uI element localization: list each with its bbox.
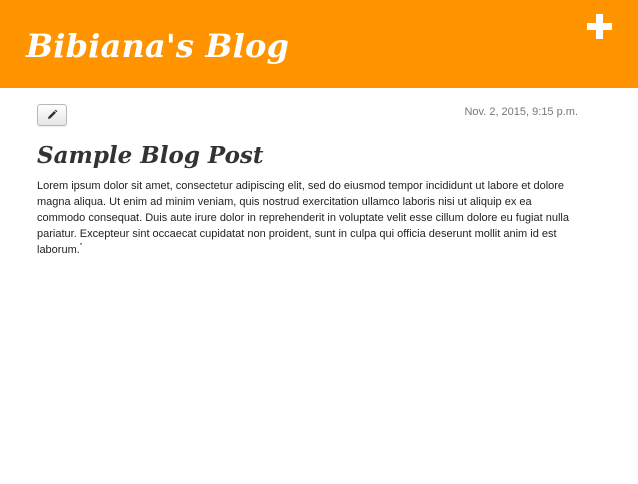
edit-post-button[interactable] xyxy=(37,104,67,126)
pencil-icon xyxy=(48,109,58,119)
post-date: Nov. 2, 2015, 9:15 p.m. xyxy=(464,106,578,118)
post-title[interactable]: Sample Blog Post xyxy=(37,140,264,172)
site-header: Bibiana's Blog xyxy=(0,0,638,88)
post-body: Lorem ipsum dolor sit amet, consectetur … xyxy=(37,178,572,258)
add-post-button[interactable] xyxy=(583,10,615,42)
post-body-text: Lorem ipsum dolor sit amet, consectetur … xyxy=(37,180,569,256)
site-title-link[interactable]: Bibiana's Blog xyxy=(26,24,289,68)
post-body-trailing-mark: " xyxy=(79,243,83,250)
